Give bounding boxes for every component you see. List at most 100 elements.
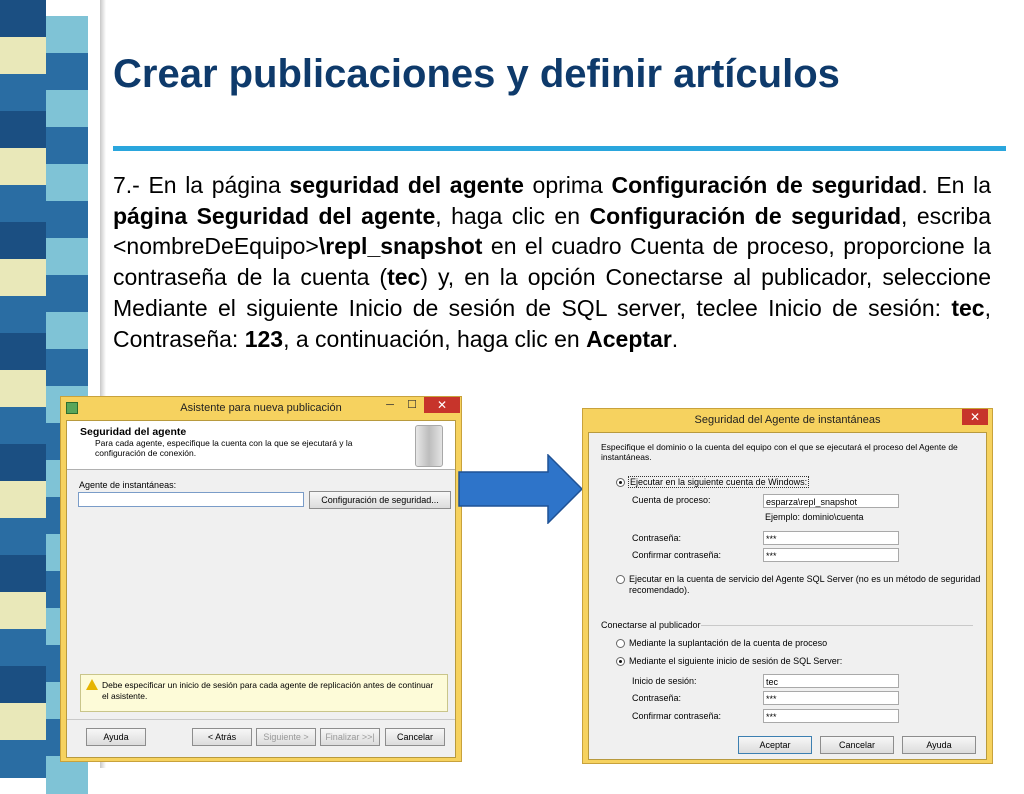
help-button[interactable]: Ayuda (86, 728, 146, 746)
strip-square (0, 259, 46, 297)
paragraph-run: oprima (523, 172, 612, 198)
wizard-header-desc-1: Para cada agente, especifique la cuenta … (95, 438, 353, 448)
paragraph-run: , a continuación, haga clic en (283, 325, 587, 352)
sql-confirm-password-label: Confirmar contraseña: (632, 711, 722, 721)
warning-text-2: el asistente. (102, 691, 148, 701)
strip-square (46, 349, 88, 387)
minimize-button[interactable]: ─ (379, 397, 401, 413)
strip-square (46, 90, 88, 128)
warning-panel: Debe especificar un inicio de sesión par… (80, 674, 448, 712)
paragraph-run: Configuración de seguridad (589, 202, 902, 229)
strip-square (46, 312, 88, 350)
security-close-button[interactable]: ✕ (962, 409, 988, 425)
finish-button[interactable]: Finalizar >>| (320, 728, 380, 746)
strip-square (0, 666, 46, 704)
arrow-right-icon (458, 454, 584, 524)
process-account-label: Cuenta de proceso: (632, 495, 711, 505)
strip-square (46, 164, 88, 202)
windows-account-label[interactable]: Ejecutar en la siguiente cuenta de Windo… (627, 476, 810, 488)
sql-login-option-label[interactable]: Mediante el siguiente inicio de sesión d… (629, 656, 842, 666)
service-account-radio[interactable] (616, 575, 625, 584)
paragraph-run: página Seguridad del agente (113, 202, 436, 229)
wizard-header-title: Seguridad del agente (80, 426, 187, 438)
strip-square (0, 222, 46, 260)
security-title: Seguridad del Agente de instantáneas (694, 414, 881, 426)
new-publication-wizard-window: Asistente para nueva publicación ─ ☐ ✕ S… (60, 396, 462, 762)
paragraph-run: , haga clic en (435, 202, 590, 229)
wizard-client-area: Seguridad del agente Para cada agente, e… (66, 420, 456, 758)
paragraph-run: 7.- En la página (113, 172, 290, 198)
paragraph-run: 123 (244, 325, 284, 352)
confirm-password-field[interactable]: *** (763, 548, 899, 562)
strip-square (46, 275, 88, 313)
impersonation-radio[interactable] (616, 639, 625, 648)
instructions-paragraph: 7.- En la página seguridad del agente op… (113, 170, 991, 354)
wizard-footer-separator (67, 719, 455, 720)
server-graphic-icon (415, 425, 443, 467)
login-label: Inicio de sesión: (632, 676, 697, 686)
strip-square (0, 37, 46, 75)
paragraph-run: tec (951, 294, 985, 321)
wizard-header-panel: Seguridad del agente Para cada agente, e… (67, 421, 455, 470)
strip-square (0, 0, 46, 38)
app-icon (66, 402, 78, 414)
maximize-button[interactable]: ☐ (401, 397, 423, 413)
strip-square (46, 238, 88, 276)
strip-square (0, 555, 46, 593)
security-settings-button[interactable]: Configuración de seguridad... (309, 491, 451, 509)
strip-square (46, 201, 88, 239)
process-account-field[interactable]: esparza\repl_snapshot (763, 494, 899, 508)
strip-square (0, 370, 46, 408)
snapshot-agent-security-dialog: Seguridad del Agente de instantáneas ✕ E… (582, 408, 993, 764)
ok-button[interactable]: Aceptar (738, 736, 812, 754)
title-rule (113, 146, 1006, 151)
security-help-button[interactable]: Ayuda (902, 736, 976, 754)
confirm-password-label: Confirmar contraseña: (632, 550, 722, 560)
windows-account-radio[interactable] (616, 478, 625, 487)
strip-square (0, 296, 46, 334)
strip-square (0, 185, 46, 223)
impersonation-label[interactable]: Mediante la suplantación de la cuenta de… (629, 638, 827, 648)
password-label: Contraseña: (632, 533, 682, 543)
warning-text-1: Debe especificar un inicio de sesión par… (102, 680, 434, 690)
login-field[interactable]: tec (763, 674, 899, 688)
password-field[interactable]: *** (763, 531, 899, 545)
strip-square (0, 592, 46, 630)
service-account-label-2: recomendado). (629, 585, 690, 595)
sql-password-field[interactable]: *** (763, 691, 899, 705)
strip-square (0, 333, 46, 371)
paragraph-run: seguridad del agente (289, 172, 524, 198)
strip-square (0, 518, 46, 556)
wizard-title: Asistente para nueva publicación (180, 402, 342, 414)
connect-publisher-heading: Conectarse al publicador (601, 620, 701, 630)
paragraph-run: Configuración de seguridad (611, 172, 922, 198)
sql-confirm-password-field[interactable]: *** (763, 709, 899, 723)
strip-square (0, 407, 46, 445)
cancel-button[interactable]: Cancelar (385, 728, 445, 746)
strip-square (0, 148, 46, 186)
wizard-header-desc-2: configuración de conexión. (95, 448, 197, 458)
strip-square (46, 53, 88, 91)
strip-square (0, 444, 46, 482)
service-account-label-1[interactable]: Ejecutar en la cuenta de servicio del Ag… (629, 574, 980, 584)
snapshot-agent-field[interactable] (78, 492, 304, 507)
warning-icon (86, 679, 98, 690)
security-cancel-button[interactable]: Cancelar (820, 736, 894, 754)
wizard-close-button[interactable]: ✕ (424, 397, 460, 413)
sql-login-radio[interactable] (616, 657, 625, 666)
next-button[interactable]: Siguiente > (256, 728, 316, 746)
strip-square (46, 127, 88, 165)
security-client-area: Especifique el dominio o la cuenta del e… (588, 432, 987, 760)
paragraph-run: Aceptar (586, 325, 672, 352)
strip-square (0, 111, 46, 149)
security-titlebar[interactable]: Seguridad del Agente de instantáneas (582, 408, 993, 432)
paragraph-run: . En la (921, 172, 991, 198)
strip-square (0, 481, 46, 519)
connect-publisher-separator (701, 625, 973, 626)
strip-square (0, 74, 46, 112)
paragraph-run: . (671, 325, 679, 352)
back-button[interactable]: < Atrás (192, 728, 252, 746)
sql-password-label: Contraseña: (632, 693, 682, 703)
strip-square (46, 16, 88, 54)
security-desc-1: Especifique el dominio o la cuenta del e… (601, 442, 958, 452)
